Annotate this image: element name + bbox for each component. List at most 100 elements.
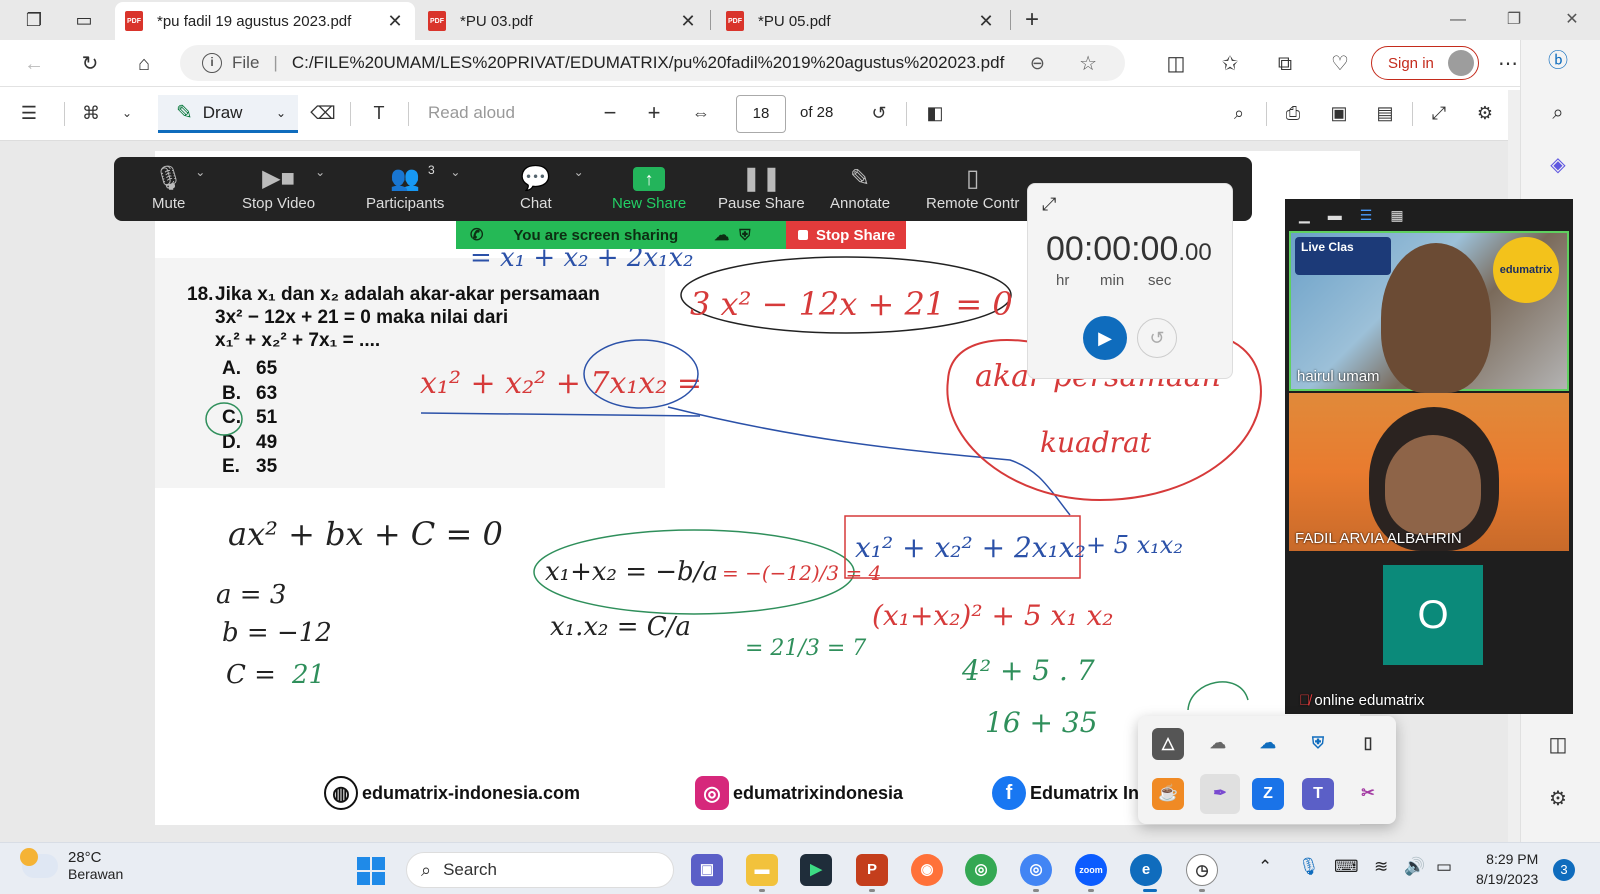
pen-app-icon[interactable]: ✒ xyxy=(1200,774,1240,814)
fit-to-width-icon[interactable]: ⇔ xyxy=(688,100,714,126)
onedrive-blue-icon[interactable]: ☁ xyxy=(1252,728,1284,760)
grid-view-icon[interactable]: ▦ xyxy=(1390,207,1403,224)
stop-share-button[interactable]: Stop Share xyxy=(786,221,906,249)
sidebar-settings-icon[interactable]: ⚙ xyxy=(1543,784,1573,814)
clipboard-icon[interactable]: ▯ xyxy=(1352,728,1384,760)
onedrive-gray-icon[interactable]: ☁ xyxy=(1202,728,1234,760)
favorites-icon[interactable]: ✩ xyxy=(1216,50,1244,78)
speaker-view-icon[interactable]: ☰ xyxy=(1360,207,1373,224)
taskbar-search[interactable]: ⌕ Search xyxy=(406,852,674,888)
chevron-down-icon[interactable]: ⌄ xyxy=(450,165,460,179)
clock-app-icon[interactable]: ◷ xyxy=(1186,854,1218,886)
zoom-out-minus-icon[interactable]: − xyxy=(597,100,623,126)
tab-pu-05[interactable]: PDF *PU 05.pdf ✕ xyxy=(716,2,1006,40)
snipping-tool-icon[interactable]: ✂ xyxy=(1352,778,1384,810)
hide-sidebar-icon[interactable]: ◫ xyxy=(1543,730,1573,760)
eraser-icon[interactable]: ⌫ xyxy=(310,100,336,126)
zoom-app-icon[interactable]: zoom xyxy=(1075,854,1107,886)
browser-essentials-icon[interactable]: ♡ xyxy=(1326,50,1354,78)
fullscreen-icon[interactable]: ⤢ xyxy=(1426,100,1452,126)
microphone-in-use-icon[interactable]: 🎙 xyxy=(1298,857,1320,877)
highlight-icon[interactable]: ⌘ xyxy=(78,100,104,126)
restore-icon[interactable]: ❐ xyxy=(1494,6,1534,34)
settings-gear-icon[interactable]: ⚙ xyxy=(1472,100,1498,126)
page-number-input[interactable]: 18 xyxy=(736,95,786,133)
shopping-icon[interactable]: ◈ xyxy=(1543,150,1573,180)
sign-in-button[interactable]: Sign in xyxy=(1371,46,1479,80)
split-screen-icon[interactable]: ◫ xyxy=(1162,50,1190,78)
more-menu-icon[interactable]: ⋯ xyxy=(1494,50,1522,78)
tab-actions-icon[interactable]: ▭ xyxy=(72,8,96,32)
save-as-icon[interactable]: ▤ xyxy=(1372,100,1398,126)
zalo-icon[interactable]: Z xyxy=(1252,778,1284,810)
keyboard-icon[interactable]: ⌨ xyxy=(1334,857,1359,877)
chevron-down-icon[interactable]: ⌄ xyxy=(195,165,205,179)
tab-pu-03[interactable]: PDF *PU 03.pdf ✕ xyxy=(418,2,708,40)
chevron-down-icon[interactable]: ⌄ xyxy=(315,165,325,179)
stop-video-button[interactable]: ▶■ Stop Video ⌄ xyxy=(242,163,325,212)
refresh-icon[interactable]: ↻ xyxy=(76,50,104,78)
close-window-icon[interactable]: ✕ xyxy=(1552,6,1592,34)
tab-pu-fadil[interactable]: PDF *pu fadil 19 agustus 2023.pdf ✕ xyxy=(115,2,415,40)
contents-icon[interactable]: ☰ xyxy=(16,100,42,126)
url-text[interactable]: C:/FILE%20UMAM/LES%20PRIVAT/EDUMATRIX/pu… xyxy=(292,53,1012,73)
page-view-icon[interactable]: ◧ xyxy=(922,100,948,126)
new-share-button[interactable]: ↑ New Share xyxy=(612,163,686,212)
volume-icon[interactable]: 🔊 xyxy=(1404,857,1425,877)
chrome-icon[interactable]: ◎ xyxy=(965,854,997,886)
taskbar-clock[interactable]: 8:29 PM 8/19/2023 xyxy=(1476,849,1538,889)
expand-icon[interactable]: ⤢ xyxy=(1042,194,1056,215)
search-icon[interactable]: ⌕ xyxy=(1226,100,1252,126)
weather-widget[interactable]: 28°C Berawan xyxy=(20,847,123,882)
favorite-star-icon[interactable]: ☆ xyxy=(1079,51,1097,76)
google-drive-icon[interactable]: △ xyxy=(1152,728,1184,760)
add-text-icon[interactable]: T xyxy=(366,100,392,126)
back-icon[interactable]: ← xyxy=(20,50,48,78)
remote-control-button[interactable]: ▯ Remote Contr xyxy=(926,163,1019,212)
copilot-icon[interactable]: ⓑ xyxy=(1543,46,1573,76)
minimize-gallery-icon[interactable]: ▁ xyxy=(1299,207,1310,224)
annotate-button[interactable]: ✎ Annotate xyxy=(830,163,890,212)
chevron-down-icon[interactable]: ⌄ xyxy=(574,165,584,179)
participants-button[interactable]: 👥 Participants 3 ⌄ xyxy=(366,163,460,212)
chat-button[interactable]: 💬 Chat ⌄ xyxy=(520,163,584,212)
notification-badge[interactable]: 3 xyxy=(1553,859,1575,881)
pause-share-button[interactable]: ❚❚ Pause Share xyxy=(718,163,805,212)
battery-icon[interactable]: ▭ xyxy=(1436,857,1452,877)
search-icon[interactable]: ⌕ xyxy=(1543,98,1573,128)
print-icon[interactable]: ⎙ xyxy=(1280,100,1306,126)
read-aloud-button[interactable]: Read aloud xyxy=(428,103,515,123)
collections-icon[interactable]: ⧉ xyxy=(1271,50,1299,78)
url-field[interactable]: i File | C:/FILE%20UMAM/LES%20PRIVAT/EDU… xyxy=(180,45,1125,81)
site-info-icon[interactable]: i xyxy=(202,53,222,73)
edge-icon[interactable]: e xyxy=(1130,854,1162,886)
video-tile-hairul-umam[interactable]: Live Clas edumatrix hairul umam xyxy=(1289,231,1569,393)
video-tile-online-edumatrix[interactable]: O 🎙̸ online edumatrix xyxy=(1289,553,1569,713)
draw-button[interactable]: ✎ Draw ⌄ xyxy=(158,95,298,133)
firefox-icon[interactable]: ◉ xyxy=(911,854,943,886)
close-tab-icon[interactable]: ✕ xyxy=(976,11,996,32)
show-hidden-icons-chevron-icon[interactable]: ⌃ xyxy=(1258,857,1272,877)
mute-button[interactable]: 🎙 Mute ⌄ xyxy=(152,163,205,212)
app-green-arrow-icon[interactable]: ▶ xyxy=(800,854,832,886)
rotate-icon[interactable]: ↺ xyxy=(866,100,892,126)
home-icon[interactable]: ⌂ xyxy=(130,50,158,78)
minimize-icon[interactable]: — xyxy=(1438,6,1478,34)
chrome-profile-icon[interactable]: ◎ xyxy=(1020,854,1052,886)
start-windows-icon[interactable] xyxy=(357,857,385,885)
wifi-icon[interactable]: ≋ xyxy=(1374,857,1388,877)
save-icon[interactable]: ▣ xyxy=(1326,100,1352,126)
single-view-icon[interactable]: ▬ xyxy=(1328,207,1342,223)
teams-icon[interactable]: T xyxy=(1302,778,1334,810)
new-tab-icon[interactable]: + xyxy=(1020,8,1044,32)
close-tab-icon[interactable]: ✕ xyxy=(678,11,698,32)
zoom-out-icon[interactable]: ⊖ xyxy=(1030,53,1045,74)
video-tile-fadil[interactable]: FADIL ARVIA ALBAHRIN xyxy=(1289,393,1569,551)
powerpoint-icon[interactable]: P xyxy=(856,854,888,886)
zoom-in-plus-icon[interactable]: + xyxy=(641,100,667,126)
workspaces-icon[interactable]: ❐ xyxy=(22,8,46,32)
file-explorer-icon[interactable]: ▬ xyxy=(746,854,778,886)
close-tab-icon[interactable]: ✕ xyxy=(385,11,405,32)
reset-icon[interactable]: ↺ xyxy=(1137,318,1177,358)
teams-chat-icon[interactable]: ▣ xyxy=(691,854,723,886)
